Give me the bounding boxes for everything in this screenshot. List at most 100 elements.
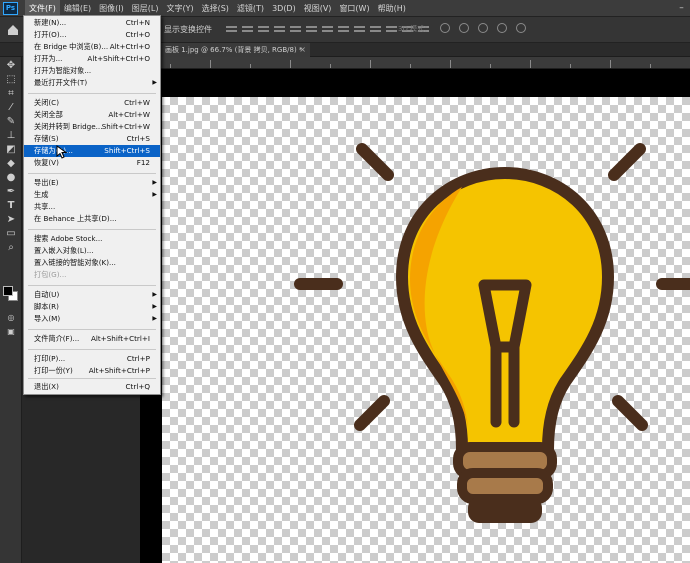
distribute-left-icon[interactable] xyxy=(370,23,381,34)
dodge-tool-icon[interactable]: ● xyxy=(4,172,18,184)
ruler-tick xyxy=(570,64,571,68)
menu-automate[interactable]: 自动(U) ▶ xyxy=(24,289,160,301)
bulb-base-ring-2 xyxy=(457,468,553,504)
menu-recent-files[interactable]: 最近打开文件(T) ▶ xyxy=(24,77,160,89)
3d-slide-icon[interactable] xyxy=(497,23,507,33)
menu-type[interactable]: 文字(Y) xyxy=(162,0,197,17)
ruler-tick xyxy=(290,60,291,68)
3d-scale-icon[interactable] xyxy=(516,23,526,33)
move-tool-icon[interactable]: ✥ xyxy=(4,60,18,72)
stamp-tool-icon[interactable]: ⊥ xyxy=(4,130,18,142)
menu-print-one-copy[interactable]: 打印一份(Y) Alt+Shift+Ctrl+P xyxy=(24,365,160,377)
menu-separator xyxy=(28,173,156,174)
menu-exit[interactable]: 退出(X) Ctrl+Q xyxy=(24,381,160,393)
menu-print[interactable]: 打印(P)... Ctrl+P xyxy=(24,353,160,365)
distribute-top-icon[interactable] xyxy=(322,23,333,34)
menu-import[interactable]: 导入(M) ▶ xyxy=(24,313,160,325)
ruler-tick xyxy=(170,64,171,68)
align-bottom-icon[interactable] xyxy=(258,23,269,34)
ruler-tick xyxy=(210,60,211,68)
align-hcenter-icon[interactable] xyxy=(290,23,301,34)
menu-share-on-behance[interactable]: 在 Behance 上共享(D)... xyxy=(24,213,160,225)
paint-bucket-icon[interactable]: ◆ xyxy=(4,158,18,170)
zoom-tool-icon[interactable]: ⌕ xyxy=(4,242,18,254)
ray-top-left xyxy=(356,143,394,181)
align-right-icon[interactable] xyxy=(306,23,317,34)
ruler-tick xyxy=(610,60,611,68)
type-tool-icon[interactable]: T xyxy=(4,200,18,212)
ray-bottom-left xyxy=(354,395,390,431)
ray-bottom-right xyxy=(612,395,648,431)
ruler-tick xyxy=(370,60,371,68)
brush-tool-icon[interactable]: ✎ xyxy=(4,116,18,128)
menu-close-all[interactable]: 关闭全部 Alt+Ctrl+W xyxy=(24,109,160,121)
3d-rotate-icon[interactable] xyxy=(440,23,450,33)
submenu-arrow-icon: ▶ xyxy=(152,303,157,310)
menu-separator xyxy=(28,285,156,286)
pen-tool-icon[interactable]: ✒ xyxy=(4,186,18,198)
menu-export[interactable]: 导出(E) ▶ xyxy=(24,177,160,189)
close-tab-icon[interactable]: × xyxy=(299,43,306,57)
menu-browse-in-bridge[interactable]: 在 Bridge 中浏览(B)... Alt+Ctrl+O xyxy=(24,41,160,53)
minimize-icon[interactable]: – xyxy=(673,3,690,13)
bulb-base-tip xyxy=(468,497,542,523)
3d-pan-icon[interactable] xyxy=(478,23,488,33)
menu-search-adobe-stock[interactable]: 搜索 Adobe Stock... xyxy=(24,233,160,245)
quick-mask-icon[interactable]: ◎ xyxy=(4,312,18,324)
horizontal-ruler xyxy=(160,57,690,69)
menu-open[interactable]: 打开(O)... Ctrl+O xyxy=(24,29,160,41)
menu-file-info[interactable]: 文件简介(F)... Alt+Shift+Ctrl+I xyxy=(24,333,160,345)
document-canvas[interactable] xyxy=(162,97,690,563)
eyedropper-tool-icon[interactable]: ⁄ xyxy=(4,102,18,114)
menu-help[interactable]: 帮助(H) xyxy=(374,0,410,17)
menu-save-as[interactable]: 存储为(A)... Shift+Ctrl+S xyxy=(24,145,160,157)
distribute-bottom-icon[interactable] xyxy=(354,23,365,34)
menu-revert[interactable]: 恢复(V) F12 xyxy=(24,157,160,169)
menu-scripts[interactable]: 脚本(R) ▶ xyxy=(24,301,160,313)
menu-view[interactable]: 视图(V) xyxy=(300,0,336,17)
mouse-cursor-icon xyxy=(56,145,68,159)
menu-place-embedded[interactable]: 置入嵌入对象(L)... xyxy=(24,245,160,257)
menu-window[interactable]: 窗口(W) xyxy=(335,0,373,17)
ruler-tick xyxy=(250,64,251,68)
ruler-tick xyxy=(450,60,451,68)
crop-tool-icon[interactable]: ⌗ xyxy=(4,88,18,100)
submenu-arrow-icon: ▶ xyxy=(152,79,157,86)
tools-panel: ✥ ⬚ ⌗ ⁄ ✎ ⊥ ◩ ◆ ● ✒ T ➤ ▭ ⌕ ◎ ▣ xyxy=(0,57,22,563)
menu-package: 打包(G)... xyxy=(34,270,67,279)
menu-save[interactable]: 存储(S) Ctrl+S xyxy=(24,133,160,145)
menu-3d[interactable]: 3D(D) xyxy=(268,0,300,17)
menu-open-as-smart-object[interactable]: 打开为智能对象... xyxy=(24,65,160,77)
menu-close[interactable]: 关闭(C) Ctrl+W xyxy=(24,97,160,109)
menu-place-linked[interactable]: 置入链接的智能对象(K)... xyxy=(24,257,160,269)
menu-close-and-go-to-bridge[interactable]: 关闭并转到 Bridge... Shift+Ctrl+W xyxy=(24,121,160,133)
menu-open-as[interactable]: 打开为... Alt+Shift+Ctrl+O xyxy=(24,53,160,65)
home-icon[interactable] xyxy=(6,23,20,37)
align-vcenter-icon[interactable] xyxy=(242,23,253,34)
screen-mode-icon[interactable]: ▣ xyxy=(4,326,18,338)
foreground-color-swatch[interactable] xyxy=(3,286,13,296)
menu-filter[interactable]: 滤镜(T) xyxy=(233,0,268,17)
photoshop-window: Ps 文件(F) 编辑(E) 图像(I) 图层(L) 文字(Y) 选择(S) 滤… xyxy=(0,0,690,563)
align-left-icon[interactable] xyxy=(274,23,285,34)
align-top-icon[interactable] xyxy=(226,23,237,34)
ray-top-right xyxy=(608,143,646,181)
menu-select[interactable]: 选择(S) xyxy=(198,0,233,17)
menu-generate[interactable]: 生成 ▶ xyxy=(24,189,160,201)
lightbulb-artwork xyxy=(294,143,690,523)
shape-tool-icon[interactable]: ▭ xyxy=(4,228,18,240)
3d-roll-icon[interactable] xyxy=(459,23,469,33)
eraser-tool-icon[interactable]: ◩ xyxy=(4,144,18,156)
menu-share[interactable]: 共享... xyxy=(24,201,160,213)
menu-separator xyxy=(28,378,156,379)
distribute-hcenter-icon[interactable] xyxy=(386,23,397,34)
menu-separator xyxy=(28,329,156,330)
distribute-vcenter-icon[interactable] xyxy=(338,23,349,34)
path-select-icon[interactable]: ➤ xyxy=(4,214,18,226)
marquee-tool-icon[interactable]: ⬚ xyxy=(4,74,18,86)
menu-new[interactable]: 新建(N)... Ctrl+N xyxy=(24,17,160,29)
menu-separator xyxy=(28,349,156,350)
document-tab[interactable]: 画板 1.jpg @ 66.7% (背景 拷贝, RGB/8) * × xyxy=(160,43,310,57)
show-transform-controls-label[interactable]: 显示变换控件 xyxy=(164,24,212,35)
submenu-arrow-icon: ▶ xyxy=(152,315,157,322)
